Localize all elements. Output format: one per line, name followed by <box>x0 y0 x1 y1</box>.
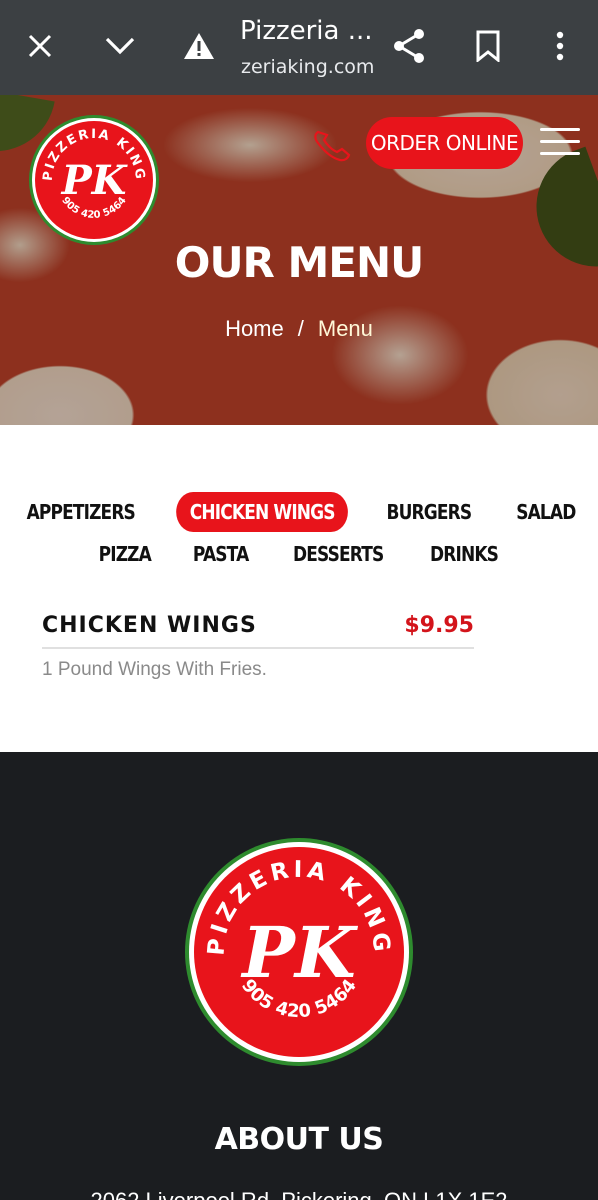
tab-appetizers[interactable]: APPETIZERS <box>13 492 149 532</box>
site-logo[interactable]: PIZZERIA KING PK 905 420 5464 <box>28 114 160 246</box>
site-footer: PIZZERIA KING PK 905 420 5464 ABOUT US 2… <box>0 752 598 1200</box>
bookmark-icon[interactable] <box>464 22 512 70</box>
order-online-button[interactable]: ORDER ONLINE <box>366 117 523 169</box>
warning-icon[interactable] <box>175 22 223 70</box>
menu-item-name: CHICKEN WINGS <box>42 613 257 638</box>
more-vert-icon[interactable] <box>536 22 584 70</box>
chevron-down-icon[interactable] <box>96 22 144 70</box>
phone-icon[interactable] <box>312 128 352 164</box>
tab-pizza[interactable]: PIZZA <box>85 534 165 574</box>
breadcrumb-home-link[interactable]: Home <box>225 316 284 341</box>
url-text[interactable]: zeriaking.com <box>241 56 374 78</box>
breadcrumb: Home / Menu <box>0 316 598 342</box>
tab-chicken-wings[interactable]: CHICKEN WINGS <box>175 492 349 532</box>
about-us-heading: ABOUT US <box>214 1122 384 1157</box>
menu-item-price: $9.95 <box>404 613 474 638</box>
tab-desserts[interactable]: DESSERTS <box>280 534 398 574</box>
close-icon[interactable] <box>16 22 64 70</box>
menu-item-divider <box>42 647 474 649</box>
logo-monogram: PK <box>61 157 129 204</box>
hamburger-menu-icon[interactable] <box>540 128 580 160</box>
menu-category-tabs: APPETIZERS CHICKEN WINGS BURGERS SALAD P… <box>0 491 598 575</box>
breadcrumb-current: Menu <box>317 316 373 341</box>
tab-burgers[interactable]: BURGERS <box>373 492 485 532</box>
tab-drinks[interactable]: DRINKS <box>416 534 511 574</box>
share-icon[interactable] <box>385 22 433 70</box>
page-title-tab[interactable]: Pizzeria ... <box>240 16 373 46</box>
footer-address: 2062 Liverpool Rd, Pickering, ON L1X 1E2 <box>0 1188 598 1200</box>
menu-section: APPETIZERS CHICKEN WINGS BURGERS SALAD P… <box>0 425 598 752</box>
tab-salad[interactable]: SALAD <box>503 492 589 532</box>
menu-item-description: 1 Pound Wings With Fries. <box>42 659 267 680</box>
tab-pasta[interactable]: PASTA <box>179 534 262 574</box>
browser-toolbar: Pizzeria ... zeriaking.com <box>0 0 598 95</box>
breadcrumb-separator: / <box>297 316 304 341</box>
footer-logo[interactable]: PIZZERIA KING PK 905 420 5464 <box>184 837 414 1067</box>
page-heading: OUR MENU <box>174 238 425 287</box>
